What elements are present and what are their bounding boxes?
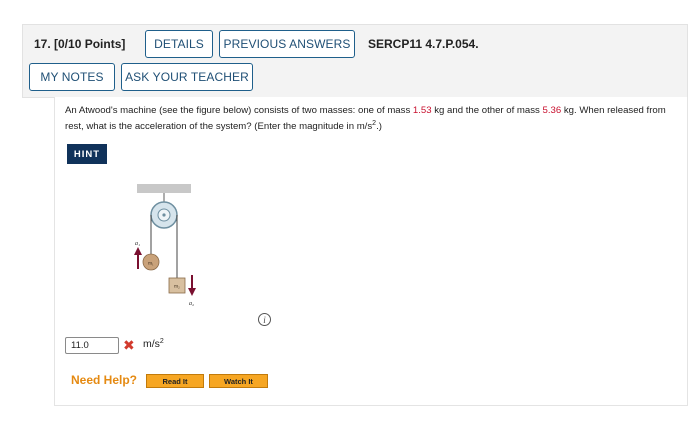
atwood-machine-figure: m₁ m₂ a₁ a₂ (134, 184, 196, 307)
answer-unit: m/s2 (143, 338, 164, 350)
watch-it-button[interactable]: Watch It (209, 374, 268, 388)
ceiling (137, 184, 191, 193)
incorrect-icon: ✖ (123, 337, 135, 353)
points-label: 17. [0/10 Points] (34, 37, 126, 51)
need-help-label: Need Help? (71, 373, 138, 387)
info-icon[interactable]: i (258, 313, 271, 326)
question-text: An Atwood's machine (see the figure belo… (65, 105, 666, 132)
m1-label: m₁ (148, 262, 154, 267)
answer-input[interactable] (65, 337, 119, 354)
mass1-value: 1.53 (412, 105, 432, 116)
question-body: An Atwood's machine (see the figure belo… (54, 97, 688, 406)
ask-teacher-button[interactable]: ASK YOUR TEACHER (121, 63, 253, 91)
a2-label: a₂ (189, 301, 194, 307)
read-it-button[interactable]: Read It (146, 374, 204, 388)
hint-button[interactable]: HINT (67, 144, 107, 164)
details-button[interactable]: DETAILS (145, 30, 213, 58)
mass2-value: 5.36 (542, 105, 562, 116)
problem-id: SERCP11 4.7.P.054. (368, 37, 479, 51)
question-header: 17. [0/10 Points] DETAILS PREVIOUS ANSWE… (22, 24, 688, 98)
previous-answers-button[interactable]: PREVIOUS ANSWERS (219, 30, 355, 58)
my-notes-button[interactable]: MY NOTES (29, 63, 115, 91)
a1-label: a₁ (135, 241, 140, 247)
m2-label: m₂ (174, 285, 180, 290)
